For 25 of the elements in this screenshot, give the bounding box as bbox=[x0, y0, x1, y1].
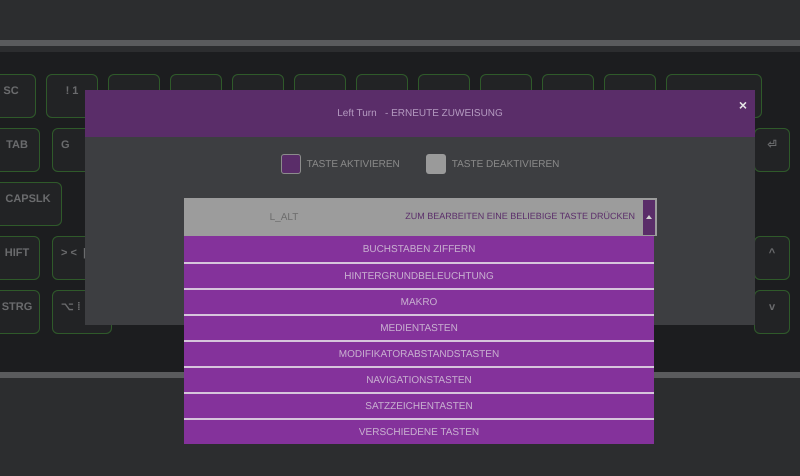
dropdown-item[interactable]: VERSCHIEDENE TASTEN bbox=[184, 418, 654, 444]
keyboard-key: SC bbox=[0, 74, 36, 118]
dropdown-item[interactable]: BUCHSTABEN ZIFFERN bbox=[184, 236, 654, 262]
keyboard-key: ^ bbox=[754, 236, 790, 280]
keyboard-key: TAB bbox=[0, 128, 40, 172]
dropdown-item[interactable]: NAVIGATIONSTASTEN bbox=[184, 366, 654, 392]
dialog-title: Left Turn - ERNEUTE ZUWEISUNG bbox=[337, 107, 503, 121]
option-label: TASTE AKTIVIEREN bbox=[306, 158, 400, 172]
dropdown-item[interactable]: MODIFIKATORABSTANDSTASTEN bbox=[184, 340, 654, 366]
dropdown-item[interactable]: MAKRO bbox=[184, 288, 654, 314]
dropdown-item[interactable]: MEDIENTASTEN bbox=[184, 314, 654, 340]
option-label: TASTE DEAKTIVIEREN bbox=[452, 158, 560, 172]
dropdown-item[interactable]: HINTERGRUNDBELEUCHTUNG bbox=[184, 262, 654, 288]
dropdown-item[interactable]: SATZZEICHENTASTEN bbox=[184, 392, 654, 418]
radio-box[interactable] bbox=[280, 154, 301, 174]
keyboard-key: v bbox=[754, 290, 790, 334]
dropdown-toggle[interactable] bbox=[643, 200, 655, 234]
keyboard-key: STRG bbox=[0, 290, 40, 334]
radio-box[interactable] bbox=[426, 154, 446, 174]
keyboard-key: HIFT bbox=[0, 236, 40, 280]
close-button[interactable]: × bbox=[738, 95, 747, 116]
caret-up-icon bbox=[646, 215, 652, 219]
keyboard-key: CAPSLK bbox=[0, 182, 62, 226]
dropdown-hint: ZUM BEARBEITEN EINE BELIEBIGE TASTE DRÜCKEN bbox=[404, 210, 636, 224]
keyboard-key: ⏎ bbox=[754, 128, 790, 172]
